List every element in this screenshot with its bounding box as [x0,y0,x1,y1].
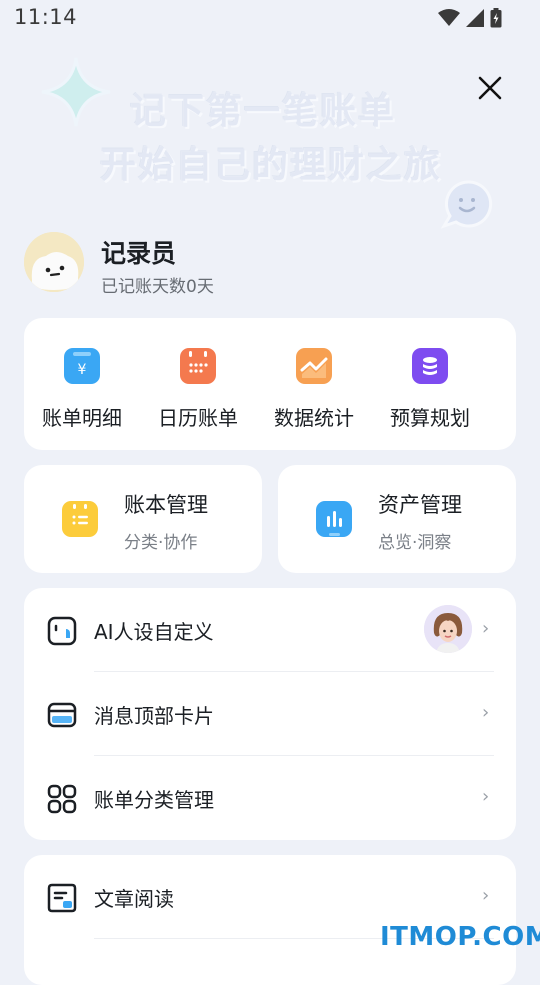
quick-item-budget[interactable]: 预算规划 [372,318,488,450]
settings-list-2: 文章阅读 › [24,855,516,985]
chevron-right-icon: › [482,786,490,807]
menu-label-message-card: 消息顶部卡片 [94,704,214,728]
menu-item-ai-persona[interactable]: AI人设自定义 › [24,588,516,672]
card-icon [47,702,77,728]
menu-label-category-manage: 账单分类管理 [94,788,214,812]
signal-icon [466,9,484,27]
quick-item-calendar-bill[interactable]: 日历账单 [140,318,256,450]
banner-line-1: 记下第一笔账单 [130,91,397,132]
notebook-icon [62,501,98,537]
assets-subtitle: 总览·洞察 [378,533,452,553]
assets-management-card[interactable]: 资产管理 总览·洞察 [278,465,516,573]
quick-label-bill-detail: 账单明细 [42,406,122,430]
quick-actions-card: ¥ 账单明细 日历账单 数据统计 预算规划 [24,318,516,450]
profile-days: 已记账天数0天 [101,277,214,297]
menu-label-ai-persona: AI人设自定义 [94,620,214,644]
quick-label-statistics: 数据统计 [274,406,354,430]
chevron-right-icon: › [482,618,490,639]
chart-icon [296,348,332,384]
sparkle-icon [41,57,111,127]
wifi-icon [438,9,460,26]
menu-item-category-manage[interactable]: 账单分类管理 › [24,756,516,840]
profile-name: 记录员 [101,239,177,268]
banner-line-2: 开始自己的理财之旅 [100,145,443,186]
site-watermark: ITMOP.COM [380,922,540,952]
quick-item-statistics[interactable]: 数据统计 [256,318,372,450]
chevron-right-icon: › [482,702,490,723]
user-profile[interactable]: 记录员 已记账天数0天 [24,232,424,297]
books-subtitle: 分类·协作 [124,533,198,553]
article-icon [47,883,77,913]
chevron-right-icon: › [482,885,490,906]
persona-avatar [424,605,472,653]
menu-item-message-card[interactable]: 消息顶部卡片 › [24,672,516,756]
close-icon [478,76,502,100]
close-button[interactable] [470,68,510,108]
svg-text:¥: ¥ [78,362,87,378]
database-icon [412,348,448,384]
bill-icon: ¥ [64,348,100,384]
assets-title: 资产管理 [378,493,462,517]
battery-icon [490,8,502,28]
status-icons [438,8,502,28]
avatar [24,232,84,292]
smile-bubble-icon [440,180,493,229]
quick-label-calendar-bill: 日历账单 [158,406,238,430]
bar-chart-icon [316,501,352,537]
menu-label-article-reading: 文章阅读 [94,887,174,911]
books-title: 账本管理 [124,493,208,517]
status-bar: 11:14 [0,0,540,38]
settings-list: AI人设自定义 › 消息顶部卡片 › 账单分类管理 › [24,588,516,840]
books-management-card[interactable]: 账本管理 分类·协作 [24,465,262,573]
robot-icon [47,616,77,646]
quick-item-bill-detail[interactable]: ¥ 账单明细 [24,318,140,450]
welcome-banner: 记下第一笔账单 开始自己的理财之旅 [30,52,500,229]
quick-label-budget: 预算规划 [390,406,470,430]
calendar-icon [180,348,216,384]
status-time: 11:14 [14,5,78,29]
grid-icon [47,784,77,814]
